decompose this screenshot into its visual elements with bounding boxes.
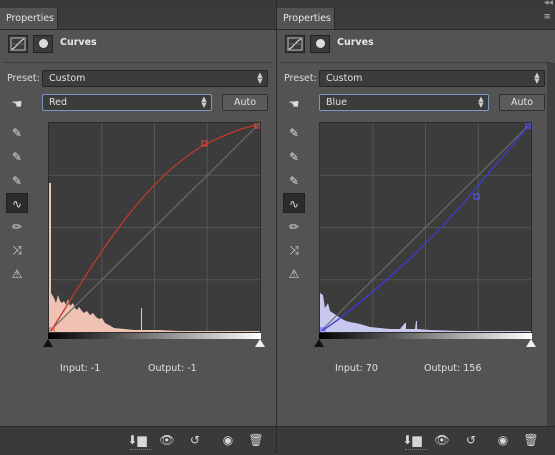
curves-header: Curves: [277, 30, 555, 60]
white-point-slider[interactable]: [526, 339, 536, 347]
output-label: Output:: [424, 363, 461, 374]
output-readout: Output: -1: [148, 363, 197, 374]
input-label: Input:: [335, 363, 363, 374]
channel-select[interactable]: Blue ▲ ▼: [319, 94, 489, 111]
eyedropper-gray-icon[interactable]: ✎: [283, 147, 305, 167]
pencil-icon[interactable]: ✏: [283, 217, 305, 237]
auto-button[interactable]: Auto: [222, 94, 268, 111]
channel-value: Red: [49, 97, 68, 108]
curves-graph[interactable]: [319, 122, 532, 333]
preset-value: Custom: [49, 73, 86, 84]
pencil-icon[interactable]: ✏: [6, 217, 28, 237]
collapse-icon[interactable]: ◂◂: [544, 0, 553, 8]
reset-icon[interactable]: ↺: [460, 431, 482, 449]
clipping-warning-icon[interactable]: ⚠: [283, 264, 305, 284]
resize-grip[interactable]: [405, 449, 427, 453]
preset-select[interactable]: Custom ▲ ▼: [42, 70, 268, 87]
sample-hand-icon[interactable]: ☚: [283, 94, 305, 114]
input-gradient-bar: [48, 333, 261, 339]
eyedropper-black-icon[interactable]: ✎: [6, 123, 28, 143]
view-previous-icon[interactable]: 👁: [156, 431, 178, 449]
clipping-warning-icon[interactable]: ⚠: [6, 264, 28, 284]
panel-title: Curves: [337, 37, 374, 48]
channel-select[interactable]: Red ▲ ▼: [42, 94, 212, 111]
smooth-icon[interactable]: ⤨: [283, 240, 305, 260]
bottom-toolbar: ⬇▆ 👁 ↺ ◉ 🗑: [277, 426, 555, 455]
tab-properties[interactable]: Properties: [277, 8, 335, 29]
input-value: -1: [90, 363, 101, 374]
clip-to-layer-icon[interactable]: ⬇▆: [126, 431, 148, 449]
eyedropper-white-icon[interactable]: ✎: [6, 171, 28, 191]
panel-scrollbar[interactable]: [547, 63, 555, 426]
output-readout: Output: 156: [424, 363, 481, 374]
output-value: -1: [187, 363, 197, 374]
input-value: 70: [365, 363, 378, 374]
curves-header: Curves: [0, 30, 276, 60]
properties-panel-blue: ◂◂ Properties ≡ Curves Preset: Custom ▲ ▼…: [276, 0, 555, 455]
select-arrows-icon: ▲ ▼: [478, 95, 484, 109]
preset-label: Preset:: [284, 73, 317, 84]
clip-to-layer-icon[interactable]: ⬇▆: [401, 431, 423, 449]
panel-topbar: [0, 0, 276, 8]
output-value: 156: [463, 363, 482, 374]
visibility-eye-icon[interactable]: ◉: [492, 431, 514, 449]
trash-icon[interactable]: 🗑: [520, 431, 542, 449]
eyedropper-white-icon[interactable]: ✎: [283, 171, 305, 191]
black-point-slider[interactable]: [314, 339, 324, 347]
input-readout: Input: 70: [335, 363, 378, 374]
eyedropper-gray-icon[interactable]: ✎: [6, 147, 28, 167]
view-previous-icon[interactable]: 👁: [431, 431, 453, 449]
bottom-toolbar: ⬇▆ 👁 ↺ ◉ 🗑: [0, 426, 276, 455]
divider: [281, 62, 551, 63]
layer-mask-icon[interactable]: [33, 35, 53, 53]
select-arrows-icon: ▲ ▼: [201, 95, 207, 109]
visibility-eye-icon[interactable]: ◉: [217, 431, 239, 449]
reset-icon[interactable]: ↺: [184, 431, 206, 449]
tab-properties[interactable]: Properties: [0, 8, 58, 29]
auto-button[interactable]: Auto: [499, 94, 545, 111]
input-gradient-bar: [319, 333, 532, 339]
curve-points-icon[interactable]: ∿: [6, 193, 28, 213]
panel-topbar: ◂◂: [277, 0, 555, 8]
channel-value: Blue: [326, 97, 348, 108]
tab-strip: Properties ≡: [277, 8, 555, 30]
select-arrows-icon: ▲ ▼: [257, 71, 263, 85]
curves-adjustment-icon: [8, 35, 28, 53]
panel-title: Curves: [60, 37, 97, 48]
curves-graph[interactable]: [48, 122, 261, 333]
layer-mask-icon[interactable]: [310, 35, 330, 53]
curve-points-icon[interactable]: ∿: [283, 193, 305, 213]
black-point-slider[interactable]: [43, 339, 53, 347]
preset-value: Custom: [326, 73, 363, 84]
trash-icon[interactable]: 🗑: [245, 431, 267, 449]
output-label: Output:: [148, 363, 185, 374]
sample-hand-icon[interactable]: ☚: [6, 94, 28, 114]
preset-select[interactable]: Custom ▲ ▼: [319, 70, 545, 87]
curves-adjustment-icon: [285, 35, 305, 53]
properties-panel-red: Properties Curves Preset: Custom ▲ ▼ ☚ ✎ …: [0, 0, 276, 455]
smooth-icon[interactable]: ⤨: [6, 240, 28, 260]
input-label: Input:: [60, 363, 88, 374]
eyedropper-black-icon[interactable]: ✎: [283, 123, 305, 143]
input-readout: Input: -1: [60, 363, 100, 374]
divider: [4, 62, 272, 63]
panel-menu-icon[interactable]: ≡: [543, 12, 551, 22]
tab-strip: Properties: [0, 8, 276, 30]
resize-grip[interactable]: [130, 449, 152, 453]
white-point-slider[interactable]: [255, 339, 265, 347]
select-arrows-icon: ▲ ▼: [534, 71, 540, 85]
preset-label: Preset:: [7, 73, 40, 84]
